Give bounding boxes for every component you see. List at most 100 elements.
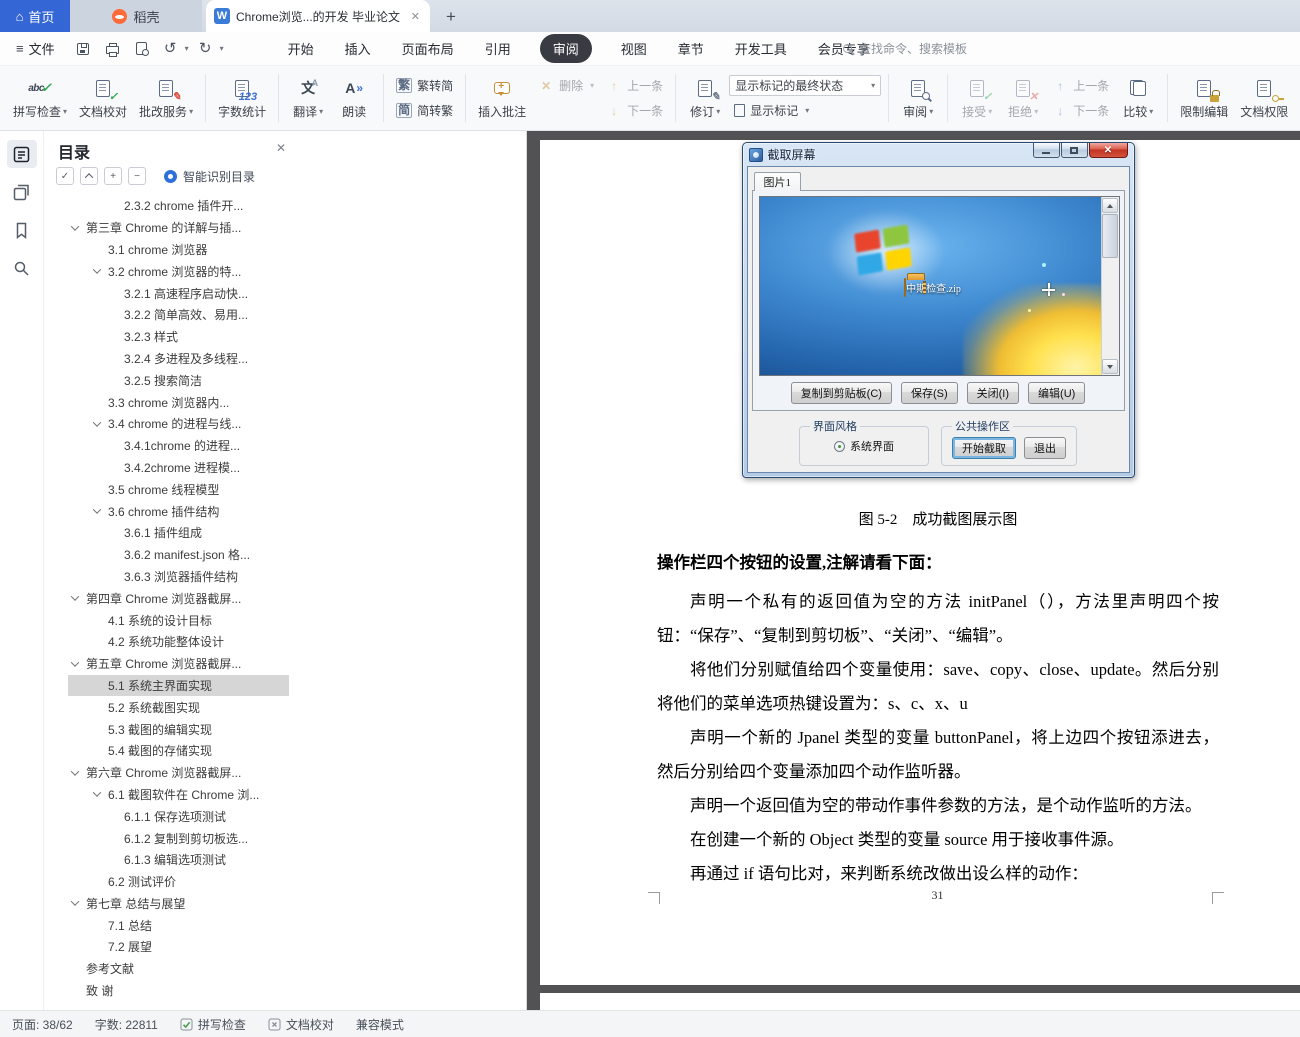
new-tab-button[interactable]: + xyxy=(438,4,464,30)
toc-item[interactable]: 3.2 chrome 浏览器的特... xyxy=(68,260,289,282)
toc-item[interactable]: 3.1 chrome 浏览器 xyxy=(68,239,289,261)
file-menu-button[interactable]: ≡ 文件 xyxy=(0,39,65,58)
doc-proofread-button[interactable]: ✓ 文档校对 xyxy=(74,69,132,127)
toc-item[interactable]: 3.4.1chrome 的进程... xyxy=(68,435,289,457)
toc-item[interactable]: 5.4 截图的存储实现 xyxy=(68,740,289,762)
toc-item[interactable]: 3.2.1 高速程序启动快... xyxy=(68,282,289,304)
pages-pane-button[interactable] xyxy=(7,178,37,206)
menu-tab[interactable]: 审阅 xyxy=(539,34,592,63)
redo-dropdown-caret[interactable]: ▾ xyxy=(220,44,224,53)
chevron-down-icon[interactable] xyxy=(92,265,102,275)
body-paragraph[interactable]: 声明一个私有的返回值为空的方法 initPanel（），方法里声明四个按钮：“保… xyxy=(657,585,1219,653)
find-pane-button[interactable] xyxy=(7,254,37,282)
toc-item[interactable]: 3.2.2 简单高效、易用... xyxy=(68,304,289,326)
chevron-down-icon[interactable] xyxy=(92,418,102,427)
figure-caption[interactable]: 图 5-2 成功截图展示图 xyxy=(657,508,1219,529)
toc-item[interactable]: 第六章 Chrome 浏览器截屏... xyxy=(68,762,289,784)
embedded-screenshot-figure[interactable]: 截取屏幕 ✕ 图片1 中期检查.zip 复制到剪贴板(C) 保存(S) 关闭(I… xyxy=(741,142,1135,478)
markup-state-combobox[interactable]: 显示标记的最终状态 ▾ xyxy=(729,75,882,96)
reject-change-button[interactable]: ✕ 拒绝 ▾ xyxy=(1001,69,1045,127)
chevron-down-icon[interactable] xyxy=(70,222,80,231)
home-tab[interactable]: ⌂ 首页 xyxy=(0,0,70,32)
toc-item[interactable]: 第五章 Chrome 浏览器截屏... xyxy=(68,653,289,675)
review-button[interactable]: 审阅 ▾ xyxy=(896,69,940,127)
doc-auth-button[interactable]: ✓ 文档认证▾ xyxy=(1295,69,1300,127)
toc-item[interactable]: 第三章 Chrome 的详解与插... xyxy=(68,217,289,239)
menu-tab[interactable]: 插入 xyxy=(343,35,373,62)
bookmark-pane-button[interactable] xyxy=(7,216,37,244)
chevron-down-icon[interactable] xyxy=(70,897,80,907)
toc-item[interactable]: 第七章 总结与展望 xyxy=(68,893,289,915)
insert-comment-button[interactable]: + 插入批注 xyxy=(473,69,531,127)
outline-select-checkbox[interactable]: ✓ xyxy=(56,167,74,185)
menu-tab[interactable]: 开发工具 xyxy=(733,35,789,62)
toc-item[interactable]: 3.3 chrome 浏览器内... xyxy=(68,391,289,413)
body-paragraph[interactable]: 声明一个返回值为空的带动作事件参数的方法，是个动作监听的方法。 xyxy=(657,789,1219,823)
outline-close-icon[interactable]: ✕ xyxy=(276,141,286,155)
chevron-down-icon[interactable] xyxy=(70,766,80,776)
toc-item[interactable]: 7.2 展望 xyxy=(68,936,289,958)
chevron-down-icon[interactable] xyxy=(92,505,102,514)
toc-item[interactable]: 5.1 系统主界面实现 xyxy=(68,674,289,697)
page-indicator[interactable]: 页面: 38/62 xyxy=(12,1016,73,1033)
delete-comment-button[interactable]: ✕ 删除 ▾ xyxy=(533,75,599,97)
word-count-button[interactable]: 123 字数统计 xyxy=(213,69,271,127)
toc-item[interactable]: 6.1 截图软件在 Chrome 浏... xyxy=(68,784,289,806)
document-canvas[interactable]: 截取屏幕 ✕ 图片1 中期检查.zip 复制到剪贴板(C) 保存(S) 关闭(I… xyxy=(527,131,1300,1010)
read-aloud-button[interactable]: A» 朗读 xyxy=(332,69,376,127)
body-paragraph[interactable]: 声明一个新的 Jpanel 类型的变量 buttonPanel，将上边四个按钮添… xyxy=(657,721,1219,789)
print-preview-button[interactable] xyxy=(129,37,154,61)
body-paragraph[interactable]: 在创建一个新的 Object 类型的变量 source 用于接收事件源。 xyxy=(657,823,1219,857)
body-paragraph[interactable]: 将他们分别赋值给四个变量使用：save、copy、close、update。然后… xyxy=(657,653,1219,721)
toc-item[interactable]: 3.6.3 浏览器插件结构 xyxy=(68,566,289,588)
toc-item[interactable]: 6.1.2 复制到剪切板选... xyxy=(68,827,289,849)
menu-tab[interactable]: 章节 xyxy=(676,35,706,62)
track-changes-button[interactable]: ✎ 修订 ▾ xyxy=(683,69,727,127)
doc-permission-button[interactable]: 文档权限 xyxy=(1235,69,1293,127)
toc-item[interactable]: 6.1.1 保存选项测试 xyxy=(68,805,289,827)
chevron-down-icon[interactable] xyxy=(70,657,80,667)
toc-item[interactable]: 4.2 系统功能整体设计 xyxy=(68,631,289,653)
toc-item[interactable]: 6.1.3 编辑选项测试 xyxy=(68,849,289,871)
simp-to-trad-button[interactable]: 简 简转繁 xyxy=(391,100,458,122)
correction-service-button[interactable]: ✎ 批改服务 ▾ xyxy=(134,69,198,127)
toc-item[interactable]: 3.4 chrome 的进程与线... xyxy=(68,413,289,435)
spell-check-button[interactable]: abc ✓ 拼写检查 ▾ xyxy=(8,69,72,127)
toc-item[interactable]: 2.3.2 chrome 插件开... xyxy=(68,195,289,217)
next-document-page[interactable] xyxy=(540,993,1300,1010)
show-markup-button[interactable]: 显示标记 ▾ xyxy=(729,99,881,121)
command-search[interactable]: 查找命令、搜索模板 xyxy=(843,32,967,65)
toc-item[interactable]: 3.6.2 manifest.json 格... xyxy=(68,544,289,566)
next-change-button[interactable]: ↓ 下一条 xyxy=(1047,100,1114,122)
toc-item[interactable]: 4.1 系统的设计目标 xyxy=(68,609,289,631)
toc-item[interactable]: 5.3 截图的编辑实现 xyxy=(68,718,289,740)
outline-expand-all-button[interactable]: + xyxy=(104,167,122,185)
toc-item[interactable]: 3.4.2chrome 进程模... xyxy=(68,457,289,479)
next-comment-button[interactable]: ↓ 下一条 xyxy=(601,100,668,122)
outline-pane-button[interactable] xyxy=(6,140,37,168)
save-button[interactable] xyxy=(71,37,96,61)
chevron-down-icon[interactable] xyxy=(92,788,102,798)
word-count-indicator[interactable]: 字数: 22811 xyxy=(95,1016,158,1033)
menu-tab[interactable]: 页面布局 xyxy=(400,35,456,62)
chevron-down-icon[interactable] xyxy=(70,592,80,602)
restrict-editing-button[interactable]: 限制编辑 xyxy=(1175,69,1233,127)
toc-item[interactable]: 3.2.3 样式 xyxy=(68,326,289,348)
smart-toc-button[interactable]: 智能识别目录 xyxy=(164,168,255,185)
toc-item[interactable]: 3.6.1 插件组成 xyxy=(68,522,289,544)
accept-change-button[interactable]: ✓ 接受 ▾ xyxy=(955,69,999,127)
toc-item[interactable]: 5.2 系统截图实现 xyxy=(68,696,289,718)
toc-item[interactable]: 3.6 chrome 插件结构 xyxy=(68,500,289,522)
compatibility-mode-indicator[interactable]: 兼容模式 xyxy=(356,1016,404,1033)
toc-item[interactable]: 6.2 测试评价 xyxy=(68,871,289,893)
document-page[interactable]: 截取屏幕 ✕ 图片1 中期检查.zip 复制到剪贴板(C) 保存(S) 关闭(I… xyxy=(540,140,1300,985)
undo-button[interactable]: ↺ xyxy=(158,37,183,61)
toc-item[interactable]: 3.2.5 搜索简洁 xyxy=(68,369,289,391)
outline-collapse-all-button[interactable]: − xyxy=(128,167,146,185)
compare-button[interactable]: 比较 ▾ xyxy=(1116,69,1160,127)
undo-dropdown-caret[interactable]: ▾ xyxy=(185,44,189,53)
menu-tab[interactable]: 开始 xyxy=(286,35,316,62)
toc-item[interactable]: 致 谢 xyxy=(68,980,289,1002)
trad-to-simp-button[interactable]: 繁 繁转简 xyxy=(391,75,458,97)
toc-item[interactable]: 参考文献 xyxy=(68,958,289,980)
